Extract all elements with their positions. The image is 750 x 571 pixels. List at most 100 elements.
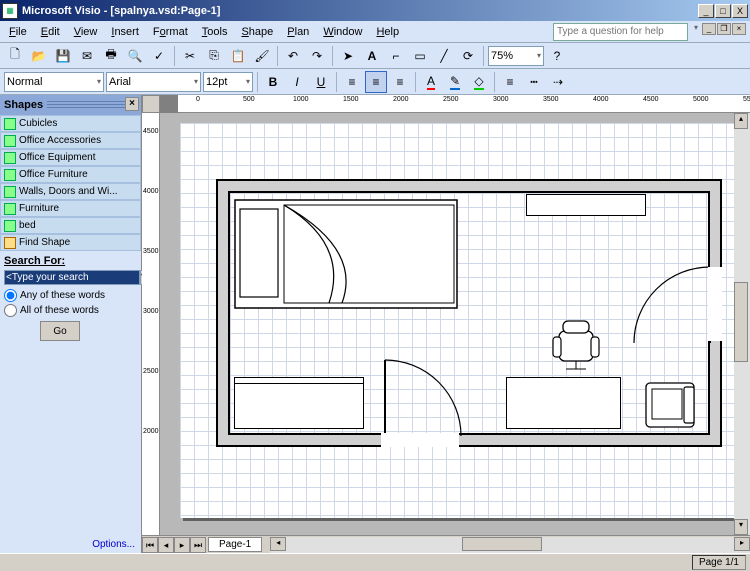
email-button[interactable]: ✉ (76, 45, 98, 67)
print-button[interactable]: 🖶 (100, 45, 122, 67)
cut-button[interactable]: ✂ (179, 45, 201, 67)
copy-button[interactable]: ⎘ (203, 45, 225, 67)
line-weight-button[interactable]: ≡ (499, 71, 521, 93)
help-dropdown-icon[interactable]: ▾ (694, 23, 698, 41)
stencil-icon (4, 135, 16, 147)
page-tabs-bar: ⏮ ◂ ▸ ⏭ Page-1 ◂ ▸ (142, 535, 750, 553)
minimize-button[interactable]: _ (698, 4, 714, 18)
doc-minimize-button[interactable]: _ (702, 23, 716, 35)
help-button[interactable]: ? (546, 45, 568, 67)
align-center-button[interactable]: ≡ (365, 71, 387, 93)
stencil-item[interactable]: Office Accessories (0, 132, 141, 149)
connector-tool-button[interactable]: ⌐ (385, 45, 407, 67)
menu-insert[interactable]: Insert (104, 24, 146, 40)
door-shape[interactable] (632, 265, 712, 345)
close-button[interactable]: X (732, 4, 748, 18)
redo-button[interactable]: ↷ (306, 45, 328, 67)
dresser-shape[interactable] (234, 377, 364, 429)
line-pattern-button[interactable]: ┅ (523, 71, 545, 93)
drawing-sheet[interactable] (180, 123, 734, 518)
stencil-item[interactable]: Furniture (0, 200, 141, 217)
search-for-label: Search For: (4, 255, 137, 267)
options-link[interactable]: Options... (0, 536, 141, 553)
stencil-item[interactable]: Walls, Doors and Wi... (0, 183, 141, 200)
radio-all-words[interactable]: All of these words (4, 304, 137, 317)
shapes-panel-title: Shapes (4, 99, 43, 111)
menu-format[interactable]: Format (146, 24, 195, 40)
find-shape-item[interactable]: Find Shape (0, 234, 141, 251)
line-ends-button[interactable]: ⇢ (547, 71, 569, 93)
line-tool-button[interactable]: ╱ (433, 45, 455, 67)
save-button[interactable]: 💾 (52, 45, 74, 67)
first-page-button[interactable]: ⏮ (142, 537, 158, 553)
chair-shape[interactable] (551, 319, 601, 371)
print-preview-button[interactable]: 🔍 (124, 45, 146, 67)
shape-search-input[interactable] (4, 270, 140, 285)
page-tab[interactable]: Page-1 (208, 537, 262, 552)
wardrobe-shape[interactable] (526, 194, 646, 216)
shapes-panel-close-button[interactable]: × (125, 97, 139, 111)
italic-button[interactable]: I (286, 71, 308, 93)
status-bar: Page 1/1 (0, 553, 750, 571)
door-shape-2[interactable] (381, 354, 466, 439)
text-tool-button[interactable]: A (361, 45, 383, 67)
underline-button[interactable]: U (310, 71, 332, 93)
stencil-icon (4, 118, 16, 130)
open-button[interactable]: 📂 (28, 45, 50, 67)
rotate-button[interactable]: ⟳ (457, 45, 479, 67)
prev-page-button[interactable]: ◂ (158, 537, 174, 553)
stencil-icon (4, 203, 16, 215)
bold-button[interactable]: B (262, 71, 284, 93)
menu-help[interactable]: Help (369, 24, 406, 40)
desk-shape[interactable] (506, 377, 621, 429)
spelling-button[interactable]: ✓ (148, 45, 170, 67)
line-color-button[interactable]: ✎ (444, 71, 466, 93)
menu-bar: File Edit View Insert Format Tools Shape… (0, 21, 750, 43)
stencil-item[interactable]: Office Furniture (0, 166, 141, 183)
doc-restore-button[interactable]: ❐ (717, 23, 731, 35)
menu-edit[interactable]: Edit (34, 24, 67, 40)
font-size-combo[interactable]: 12pt▾ (203, 72, 253, 92)
format-painter-button[interactable]: 🖌 (251, 45, 273, 67)
horizontal-ruler: 0 500 1000 1500 2000 2500 3000 3500 4000… (178, 95, 750, 113)
stencil-item[interactable]: bed (0, 217, 141, 234)
search-icon (4, 237, 16, 249)
menu-tools[interactable]: Tools (195, 24, 235, 40)
fill-color-button[interactable]: ◇ (468, 71, 490, 93)
help-search-input[interactable] (553, 23, 688, 41)
menu-file[interactable]: File (2, 24, 34, 40)
align-right-button[interactable]: ≡ (389, 71, 411, 93)
menu-shape[interactable]: Shape (234, 24, 280, 40)
rectangle-tool-button[interactable]: ▭ (409, 45, 431, 67)
main-area: Shapes × Cubicles Office Accessories Off… (0, 95, 750, 553)
zoom-combo[interactable]: 75%▾ (488, 46, 544, 66)
shapes-panel: Shapes × Cubicles Office Accessories Off… (0, 95, 142, 553)
menu-plan[interactable]: Plan (280, 24, 316, 40)
new-button[interactable]: 🗋 (4, 45, 26, 67)
radio-any-words[interactable]: Any of these words (4, 289, 137, 302)
maximize-button[interactable]: □ (715, 4, 731, 18)
canvas-area: 0 500 1000 1500 2000 2500 3000 3500 4000… (142, 95, 750, 553)
paste-button[interactable]: 📋 (227, 45, 249, 67)
menu-view[interactable]: View (67, 24, 105, 40)
armchair-shape[interactable] (644, 375, 696, 431)
next-page-button[interactable]: ▸ (174, 537, 190, 553)
drawing-page[interactable] (160, 113, 734, 535)
font-color-button[interactable]: A (420, 71, 442, 93)
menu-window[interactable]: Window (316, 24, 369, 40)
pointer-tool-button[interactable]: ➤ (337, 45, 359, 67)
horizontal-scrollbar[interactable]: ◂ ▸ (270, 537, 750, 553)
undo-button[interactable]: ↶ (282, 45, 304, 67)
bed-shape[interactable] (234, 199, 459, 311)
vertical-scrollbar[interactable]: ▴ ▾ (734, 113, 750, 535)
font-combo[interactable]: Arial▾ (106, 72, 201, 92)
stencil-item[interactable]: Office Equipment (0, 149, 141, 166)
go-button[interactable]: Go (40, 321, 80, 341)
stencil-item[interactable]: Cubicles (0, 115, 141, 132)
stencil-icon (4, 186, 16, 198)
last-page-button[interactable]: ⏭ (190, 537, 206, 553)
room-plan[interactable] (216, 179, 722, 447)
doc-close-button[interactable]: × (732, 23, 746, 35)
style-combo[interactable]: Normal▾ (4, 72, 104, 92)
align-left-button[interactable]: ≡ (341, 71, 363, 93)
